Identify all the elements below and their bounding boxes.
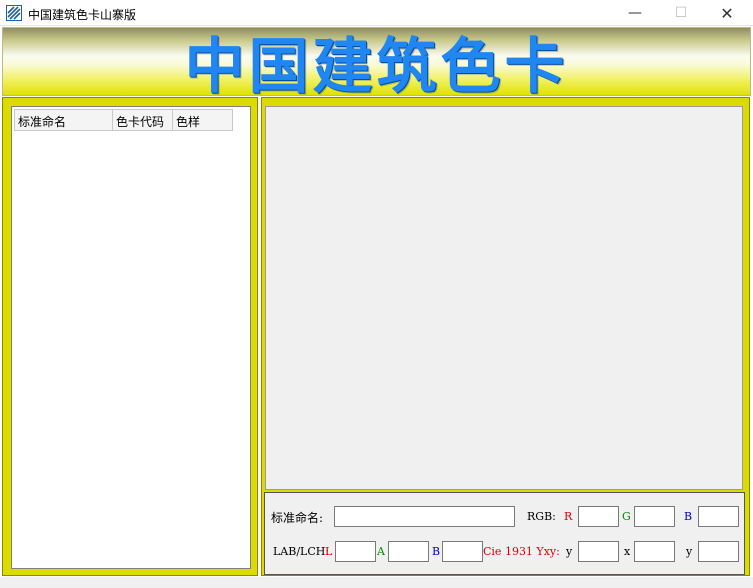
banner: 中国建筑色卡 — [2, 27, 751, 102]
cie-y2-field[interactable] — [698, 541, 739, 562]
color-info-box: 标准命名: RGB: R G B LAB/LCH: L A B Cie 1931… — [264, 492, 745, 575]
l-label: L — [325, 545, 333, 558]
a-label: A — [377, 545, 385, 558]
rgb-label: RGB: — [527, 510, 556, 523]
g-label: G — [622, 510, 631, 523]
cie-1931-yxy-label: Cie 1931 Yxy: — [483, 545, 560, 558]
cie-y2-label: y — [686, 545, 693, 558]
cie-x-label: x — [624, 545, 631, 558]
b-field[interactable] — [698, 506, 739, 527]
close-button[interactable]: ✕ — [704, 0, 750, 26]
column-header-code[interactable]: 色卡代码 — [113, 109, 173, 131]
maximize-icon: ☐ — [674, 5, 688, 21]
a-field[interactable] — [388, 541, 429, 562]
color-list[interactable]: 标准命名 色卡代码 色样 — [11, 106, 251, 569]
standard-name-field[interactable] — [334, 506, 515, 527]
lab-b-field[interactable] — [442, 541, 483, 562]
close-icon: ✕ — [720, 3, 734, 23]
r-label: R — [564, 510, 573, 523]
minimize-icon: — — [628, 5, 642, 21]
minimize-button[interactable]: — — [612, 0, 658, 26]
standard-name-label: 标准命名: — [271, 511, 324, 525]
l-field[interactable] — [335, 541, 376, 562]
app-logo-icon — [6, 5, 22, 21]
color-preview — [265, 106, 743, 490]
maximize-button: ☐ — [658, 0, 704, 26]
column-header-swatch[interactable]: 色样 — [173, 109, 233, 131]
window-bottom-edge — [0, 577, 753, 588]
window-title: 中国建筑色卡山寨版 — [28, 8, 137, 22]
b-label: B — [684, 510, 693, 523]
lab-lch-label: LAB/LCH: — [273, 545, 330, 558]
cie-y-label: y — [566, 545, 573, 558]
column-header-name[interactable]: 标准命名 — [14, 109, 113, 131]
lab-b-label: B — [432, 545, 441, 558]
cie-x-field[interactable] — [634, 541, 675, 562]
g-field[interactable] — [634, 506, 675, 527]
banner-title: 中国建筑色卡 — [184, 32, 569, 102]
cie-y-field[interactable] — [578, 541, 619, 562]
r-field[interactable] — [578, 506, 619, 527]
